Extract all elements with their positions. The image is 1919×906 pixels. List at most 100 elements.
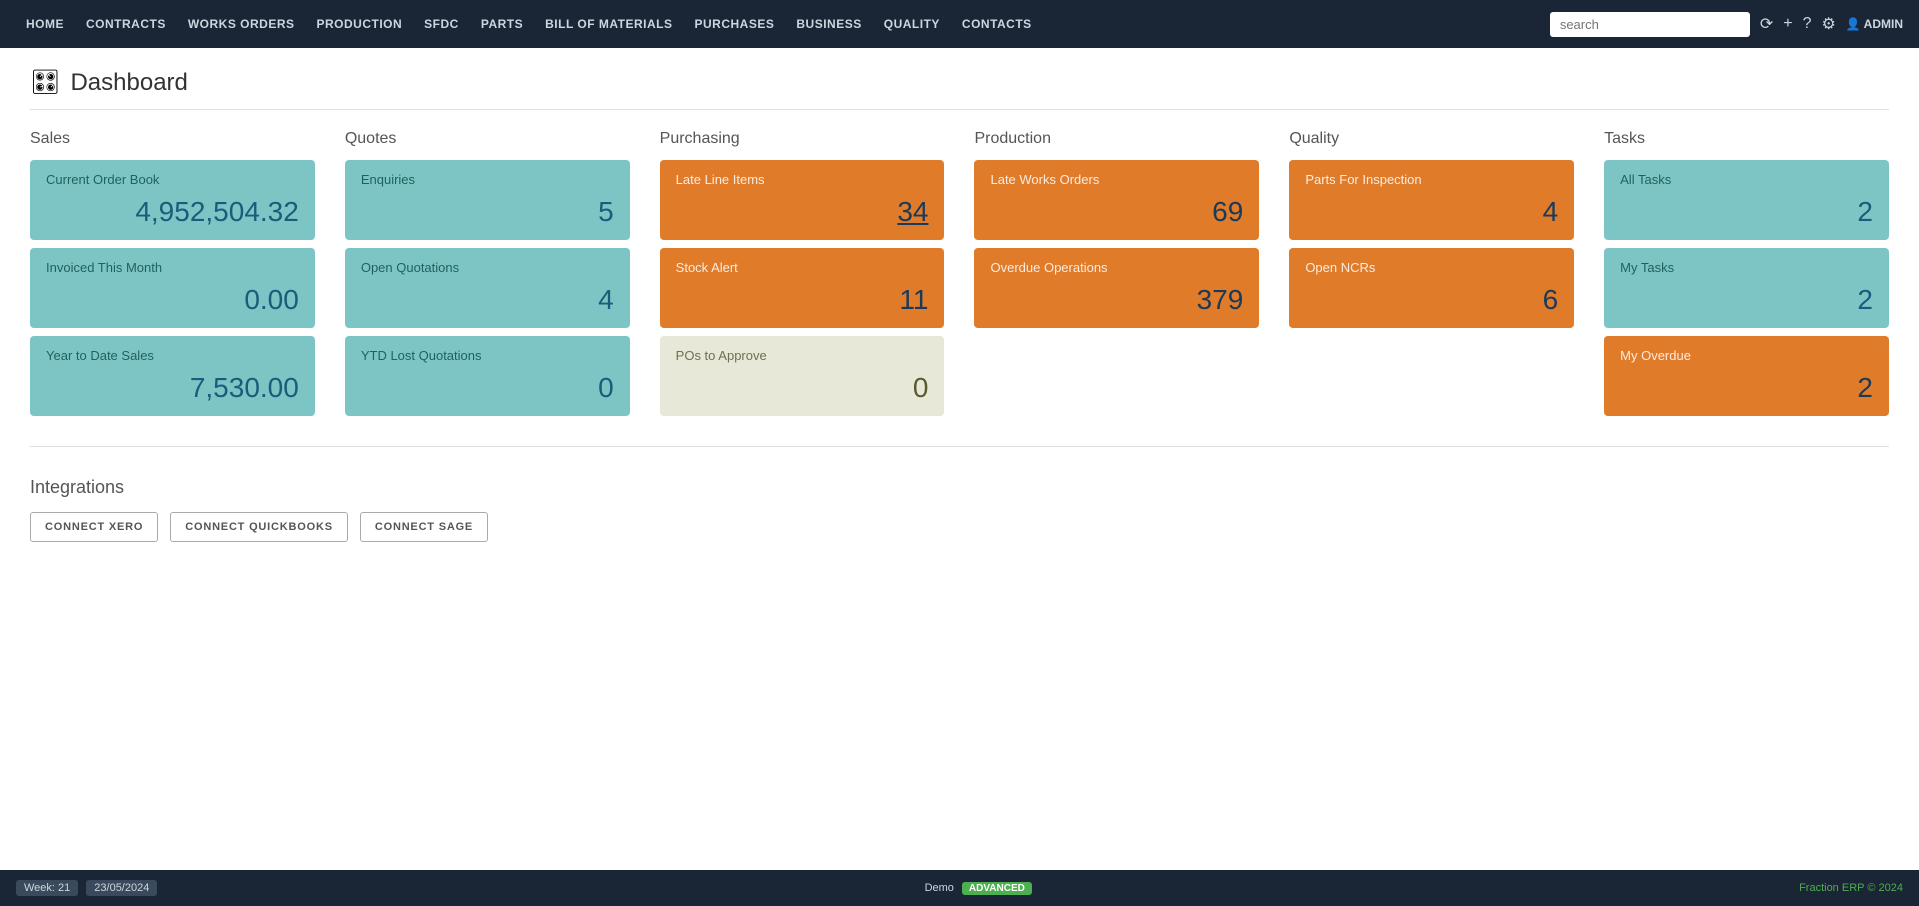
card-value: 5 <box>361 196 614 228</box>
advanced-badge: ADVANCED <box>962 882 1032 895</box>
card-late-works-orders[interactable]: Late Works Orders 69 <box>974 160 1259 240</box>
section-sales: Sales Current Order Book 4,952,504.32 In… <box>30 130 315 416</box>
section-quotes: Quotes Enquiries 5 Open Quotations 4 YTD… <box>345 130 630 416</box>
integrations-buttons: CONNECT XERO CONNECT QUICKBOOKS CONNECT … <box>30 512 1889 542</box>
card-my-tasks[interactable]: My Tasks 2 <box>1604 248 1889 328</box>
main-nav: HOMECONTRACTSWORKS ORDERSPRODUCTIONSFDCP… <box>0 0 1919 48</box>
page-title-row: 🎛 Dashboard <box>30 68 1889 110</box>
card-label: Enquiries <box>361 172 614 187</box>
card-label: Open NCRs <box>1305 260 1558 275</box>
card-value: 4 <box>1305 196 1558 228</box>
add-icon[interactable]: + <box>1783 15 1792 33</box>
brand-label: Fraction ERP <box>1799 882 1864 894</box>
nav-links: HOMECONTRACTSWORKS ORDERSPRODUCTIONSFDCP… <box>16 3 1550 45</box>
nav-link-sfdc[interactable]: SFDC <box>414 3 469 45</box>
quality-card-grid: Parts For Inspection 4 Open NCRs 6 <box>1289 160 1574 328</box>
connect-xero-button[interactable]: CONNECT XERO <box>30 512 158 542</box>
user-menu[interactable]: 👤 ADMIN <box>1846 17 1903 31</box>
year-label: © 2024 <box>1867 882 1903 894</box>
tasks-section-title: Tasks <box>1604 130 1889 148</box>
card-label: My Tasks <box>1620 260 1873 275</box>
card-all-tasks[interactable]: All Tasks 2 <box>1604 160 1889 240</box>
card-pos-to-approve[interactable]: POs to Approve 0 <box>660 336 945 416</box>
week-badge: Week: 21 <box>16 880 78 896</box>
card-label: Year to Date Sales <box>46 348 299 363</box>
production-section-title: Production <box>974 130 1259 148</box>
card-open-quotations[interactable]: Open Quotations 4 <box>345 248 630 328</box>
card-enquiries[interactable]: Enquiries 5 <box>345 160 630 240</box>
card-late-line-items[interactable]: Late Line Items 34 <box>660 160 945 240</box>
purchasing-section-title: Purchasing <box>660 130 945 148</box>
card-value: 2 <box>1620 284 1873 316</box>
card-label: Stock Alert <box>676 260 929 275</box>
nav-link-quality[interactable]: QUALITY <box>874 3 950 45</box>
card-value: 34 <box>676 196 929 228</box>
page-title: Dashboard <box>70 69 187 97</box>
card-label: All Tasks <box>1620 172 1873 187</box>
card-current-order-book[interactable]: Current Order Book 4,952,504.32 <box>30 160 315 240</box>
card-value: 11 <box>676 284 929 316</box>
nav-link-home[interactable]: HOME <box>16 3 74 45</box>
production-card-grid: Late Works Orders 69 Overdue Operations … <box>974 160 1259 328</box>
card-value: 4,952,504.32 <box>46 196 299 228</box>
nav-link-parts[interactable]: PARTS <box>471 3 533 45</box>
integrations-section: Integrations CONNECT XERO CONNECT QUICKB… <box>30 477 1889 542</box>
user-icon: 👤 <box>1846 17 1861 31</box>
card-value: 0.00 <box>46 284 299 316</box>
card-open-ncrs[interactable]: Open NCRs 6 <box>1289 248 1574 328</box>
settings-icon[interactable]: ⚙ <box>1821 14 1835 34</box>
card-value: 0 <box>361 372 614 404</box>
card-value: 7,530.00 <box>46 372 299 404</box>
late-line-items-link[interactable]: 34 <box>897 196 928 227</box>
card-ytd-lost-quotations[interactable]: YTD Lost Quotations 0 <box>345 336 630 416</box>
integrations-title: Integrations <box>30 477 1889 498</box>
quality-section-title: Quality <box>1289 130 1574 148</box>
purchasing-card-grid: Late Line Items 34 Stock Alert 11 POs to… <box>660 160 945 416</box>
help-icon[interactable]: ? <box>1803 15 1812 33</box>
card-invoiced-this-month[interactable]: Invoiced This Month 0.00 <box>30 248 315 328</box>
card-label: My Overdue <box>1620 348 1873 363</box>
nav-link-bill-of-materials[interactable]: BILL OF MATERIALS <box>535 3 682 45</box>
tasks-card-grid: All Tasks 2 My Tasks 2 My Overdue 2 <box>1604 160 1889 416</box>
card-value: 2 <box>1620 372 1873 404</box>
quotes-section-title: Quotes <box>345 130 630 148</box>
nav-link-contracts[interactable]: CONTRACTS <box>76 3 176 45</box>
card-label: Overdue Operations <box>990 260 1243 275</box>
section-tasks: Tasks All Tasks 2 My Tasks 2 My Overdue … <box>1604 130 1889 416</box>
sales-card-grid: Current Order Book 4,952,504.32 Invoiced… <box>30 160 315 416</box>
section-production: Production Late Works Orders 69 Overdue … <box>974 130 1259 416</box>
card-label: Parts For Inspection <box>1305 172 1558 187</box>
card-label: YTD Lost Quotations <box>361 348 614 363</box>
sales-section-title: Sales <box>30 130 315 148</box>
page-content: 🎛 Dashboard Sales Current Order Book 4,9… <box>0 48 1919 870</box>
sections-row: Sales Current Order Book 4,952,504.32 In… <box>30 130 1889 447</box>
footer-center: Demo ADVANCED <box>925 882 1032 895</box>
footer-left: Week: 21 23/05/2024 <box>16 880 157 896</box>
card-label: Late Line Items <box>676 172 929 187</box>
nav-right: ⟳ + ? ⚙ 👤 ADMIN <box>1550 12 1903 37</box>
search-input[interactable] <box>1550 12 1750 37</box>
card-overdue-operations[interactable]: Overdue Operations 379 <box>974 248 1259 328</box>
card-value: 379 <box>990 284 1243 316</box>
card-label: Current Order Book <box>46 172 299 187</box>
section-quality: Quality Parts For Inspection 4 Open NCRs… <box>1289 130 1574 416</box>
card-stock-alert[interactable]: Stock Alert 11 <box>660 248 945 328</box>
dashboard-icon: 🎛 <box>30 68 60 97</box>
card-label: Late Works Orders <box>990 172 1243 187</box>
section-purchasing: Purchasing Late Line Items 34 Stock Aler… <box>660 130 945 416</box>
card-value: 2 <box>1620 196 1873 228</box>
nav-link-production[interactable]: PRODUCTION <box>307 3 413 45</box>
connect-sage-button[interactable]: CONNECT SAGE <box>360 512 488 542</box>
card-value: 6 <box>1305 284 1558 316</box>
card-my-overdue[interactable]: My Overdue 2 <box>1604 336 1889 416</box>
connect-quickbooks-button[interactable]: CONNECT QUICKBOOKS <box>170 512 348 542</box>
nav-link-business[interactable]: BUSINESS <box>786 3 871 45</box>
card-year-to-date-sales[interactable]: Year to Date Sales 7,530.00 <box>30 336 315 416</box>
refresh-icon[interactable]: ⟳ <box>1760 14 1773 34</box>
nav-link-contacts[interactable]: CONTACTS <box>952 3 1042 45</box>
nav-link-purchases[interactable]: PURCHASES <box>685 3 785 45</box>
footer-right: Fraction ERP © 2024 <box>1799 882 1903 894</box>
nav-link-works-orders[interactable]: WORKS ORDERS <box>178 3 305 45</box>
card-value: 0 <box>676 372 929 404</box>
card-parts-for-inspection[interactable]: Parts For Inspection 4 <box>1289 160 1574 240</box>
